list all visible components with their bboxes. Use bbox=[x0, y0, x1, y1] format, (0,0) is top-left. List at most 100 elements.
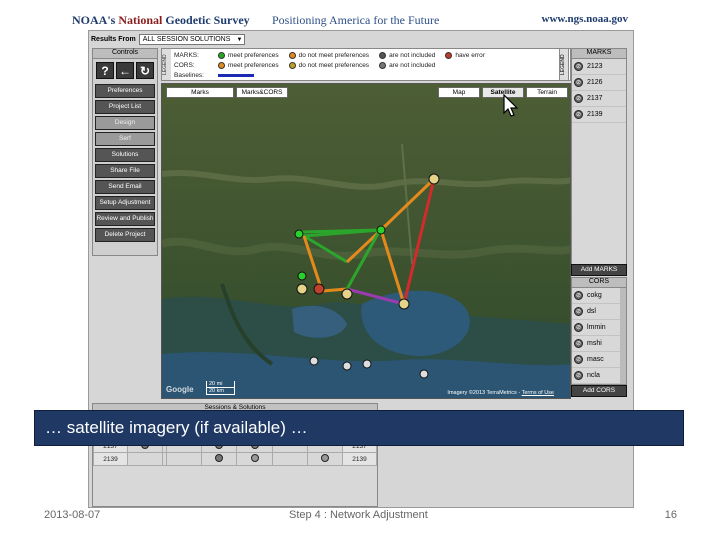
mark-list-item[interactable]: ⊘ 2126 bbox=[572, 75, 626, 91]
agency-tagline: Positioning America for the Future bbox=[272, 13, 440, 27]
cors-id: dsl bbox=[587, 308, 596, 315]
session-cell bbox=[271, 452, 308, 466]
mark-list-item[interactable]: ⊘ 2123 bbox=[572, 59, 626, 75]
map-scale-top: 20 mi bbox=[206, 381, 235, 388]
cors-list-item[interactable]: ⊘ lmmin bbox=[572, 320, 626, 336]
cors-symbol-icon[interactable]: ⊘ bbox=[574, 291, 583, 300]
map-imagery bbox=[162, 84, 570, 398]
cors-legend-label: meet preferences bbox=[228, 62, 279, 69]
legend-cors-row: CORS: meet preferences do not meet prefer… bbox=[174, 61, 445, 70]
map-tab-marks-cors[interactable]: Marks&CORS bbox=[236, 87, 288, 98]
map-scale-bottom: 20 km bbox=[206, 388, 235, 395]
mark-id: 2139 bbox=[587, 111, 603, 118]
session-cell bbox=[126, 452, 164, 466]
results-from: Results From ALL SESSION SOLUTIONS ▼ bbox=[91, 33, 246, 45]
cors-list-item[interactable]: ⊘ ncla bbox=[572, 368, 626, 384]
legend-cors-key: CORS: bbox=[174, 62, 195, 69]
legend-baselines-key: Baselines: bbox=[174, 72, 204, 79]
cors-id: cokg bbox=[587, 292, 602, 299]
marks-legend-item: have error bbox=[445, 52, 485, 59]
agency-suffix: Geodetic Survey bbox=[165, 13, 250, 27]
cors-symbol-icon[interactable]: ⊘ bbox=[574, 339, 583, 348]
cors-list-item[interactable]: ⊘ masc bbox=[572, 352, 626, 368]
add-cors-button[interactable]: Add CORS bbox=[571, 385, 627, 397]
legend-marks-key: MARKS: bbox=[174, 52, 199, 59]
help-icon[interactable]: ? bbox=[96, 62, 114, 79]
cors-list-item[interactable]: ⊘ mshi bbox=[572, 336, 626, 352]
cors-scrollbar[interactable] bbox=[620, 288, 626, 384]
marks-legend-label: meet preferences bbox=[228, 52, 279, 59]
preferences-button[interactable]: Preferences bbox=[95, 84, 155, 98]
cors-list-item[interactable]: ⊘ dsl bbox=[572, 304, 626, 320]
cors-symbol-icon[interactable]: ⊘ bbox=[574, 355, 583, 364]
map-tab-terrain[interactable]: Terrain bbox=[526, 87, 568, 98]
map-attribution: Imagery ©2013 TerraMetrics - Terms of Us… bbox=[447, 390, 554, 396]
cors-legend-label: do not meet preferences bbox=[298, 62, 370, 69]
cors-status-dot-icon bbox=[218, 62, 225, 69]
cors-id: ncla bbox=[587, 372, 600, 379]
cors-list-item[interactable]: ⊘ cokg bbox=[572, 288, 626, 304]
legend-marks-items: meet preferences do not meet preferences a… bbox=[218, 52, 495, 59]
cors-list: ⊘ cokg ⊘ dsl ⊘ lmmin ⊘ mshi ⊘ masc ⊘ ncla bbox=[572, 288, 626, 384]
excluded-session-icon[interactable] bbox=[250, 454, 259, 462]
legend-cors-items: meet preferences do not meet preferences a… bbox=[218, 62, 445, 69]
add-marks-button[interactable]: Add MARKS bbox=[571, 264, 627, 276]
marks-panel: MARKS ⊘ 2123 ⊘ 2126 ⊘ 2137 ⊘ 2139 bbox=[571, 48, 627, 270]
share-file-button[interactable]: Share File bbox=[95, 164, 155, 178]
setup-adjustment-button[interactable]: Setup Adjustment bbox=[95, 196, 155, 210]
cors-symbol-icon[interactable]: ⊘ bbox=[574, 307, 583, 316]
mark-list-item[interactable]: ⊘ 2137 bbox=[572, 91, 626, 107]
session-cell[interactable] bbox=[236, 452, 273, 466]
session-cell bbox=[166, 452, 203, 466]
legend-marks-row: MARKS: meet preferences do not meet prefe… bbox=[174, 51, 495, 60]
design-button[interactable]: Design bbox=[95, 116, 155, 130]
cors-symbol-icon[interactable]: ⊘ bbox=[574, 323, 583, 332]
cors-panel: CORS ⊘ cokg ⊘ dsl ⊘ lmmin ⊘ mshi ⊘ masc ⊘ ncla bbox=[571, 277, 627, 385]
cors-id: lmmin bbox=[587, 324, 606, 331]
session-row: 2139 2139 bbox=[93, 452, 377, 466]
marks-legend-label: are not included bbox=[389, 52, 436, 59]
refresh-icon[interactable]: ↻ bbox=[136, 62, 154, 79]
session-icon[interactable] bbox=[215, 454, 224, 462]
cors-legend-label: are not included bbox=[389, 62, 436, 69]
marks-legend-item: meet preferences bbox=[218, 52, 279, 59]
controls-button-list: Preferences Project List Design Serf Solutio… bbox=[93, 84, 157, 242]
cors-symbol-icon[interactable]: ⊘ bbox=[574, 371, 583, 380]
excluded-session-icon[interactable] bbox=[320, 454, 329, 462]
legend-side-label-right: LEGEND bbox=[559, 48, 569, 81]
mark-symbol-icon[interactable]: ⊘ bbox=[574, 62, 583, 71]
solutions-button[interactable]: Solutions bbox=[95, 148, 155, 162]
delete-project-button[interactable]: Delete Project bbox=[95, 228, 155, 242]
terms-of-use-link[interactable]: Terms of Use bbox=[522, 390, 554, 396]
controls-icon-row: ? ← ↻ bbox=[93, 59, 157, 82]
mark-symbol-icon[interactable]: ⊘ bbox=[574, 94, 583, 103]
serf-button[interactable]: Serf bbox=[95, 132, 155, 146]
legend-side-label: LEGEND bbox=[162, 49, 171, 80]
agency-national: National bbox=[118, 13, 163, 27]
map-attribution-text: Imagery ©2013 TerraMetrics - bbox=[447, 390, 521, 396]
marks-legend-item: are not included bbox=[379, 52, 435, 59]
map-tab-map[interactable]: Map bbox=[438, 87, 480, 98]
mark-list-item[interactable]: ⊘ 2139 bbox=[572, 107, 626, 123]
map-tab-marks[interactable]: Marks bbox=[166, 87, 234, 98]
cors-legend-item: are not included bbox=[379, 62, 435, 69]
review-and-publish-button[interactable]: Review and Publish bbox=[95, 212, 155, 226]
controls-title: Controls bbox=[93, 49, 157, 59]
session-cell[interactable] bbox=[201, 452, 238, 466]
marks-status-dot-icon bbox=[288, 52, 296, 59]
agency-url[interactable]: www.ngs.noaa.gov bbox=[542, 13, 629, 25]
marks-legend-label: do not meet preferences bbox=[298, 52, 370, 59]
slide: NOAA's National Geodetic Survey Position… bbox=[0, 0, 720, 540]
satellite-map[interactable]: Marks Marks&CORS Map Satellite Terrain Goog… bbox=[161, 83, 571, 399]
marks-panel-title: MARKS bbox=[572, 49, 626, 59]
back-arrow-icon[interactable]: ← bbox=[116, 62, 134, 79]
session-mark-id-end: 2139 bbox=[342, 452, 377, 466]
send-email-button[interactable]: Send Email bbox=[95, 180, 155, 194]
project-list-button[interactable]: Project List bbox=[95, 100, 155, 114]
mark-symbol-icon[interactable]: ⊘ bbox=[574, 78, 583, 87]
mark-symbol-icon[interactable]: ⊘ bbox=[574, 110, 583, 119]
legend-baselines-row: Baselines: bbox=[174, 71, 254, 80]
chevron-down-icon: ▼ bbox=[236, 36, 243, 43]
results-from-select[interactable]: ALL SESSION SOLUTIONS ▼ bbox=[138, 33, 246, 45]
session-cell[interactable] bbox=[306, 452, 344, 466]
